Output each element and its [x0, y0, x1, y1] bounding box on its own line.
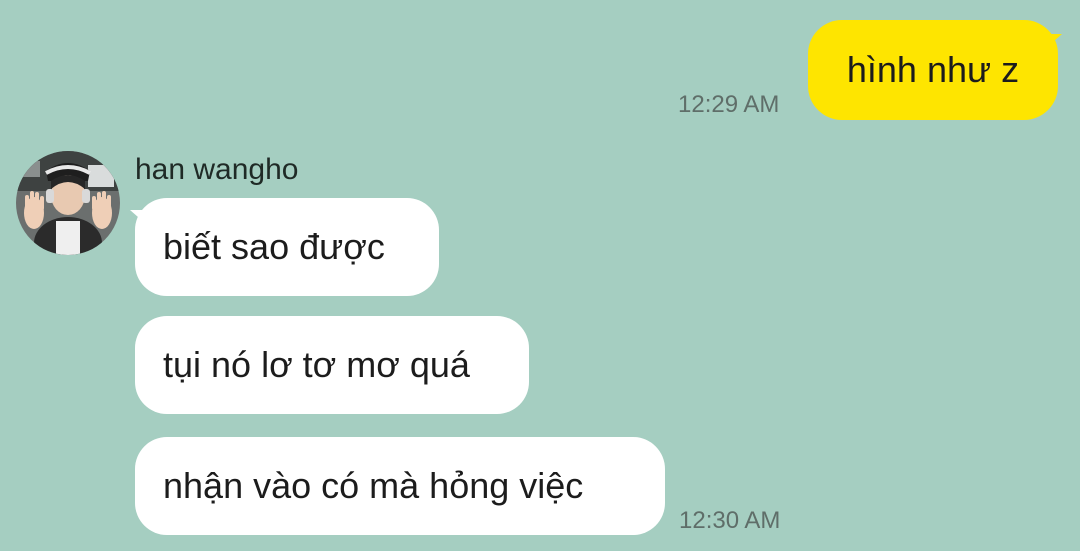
bubble-tail [1046, 34, 1062, 48]
incoming-message-text: nhận vào có mà hỏng việc [163, 465, 584, 506]
outgoing-timestamp: 12:29 AM [678, 91, 780, 118]
incoming-message-bubble[interactable]: nhận vào có mà hỏng việc [135, 437, 665, 535]
outgoing-message-text: hình như z [846, 49, 1020, 90]
sender-avatar[interactable] [16, 151, 120, 255]
outgoing-message-bubble[interactable]: hình như z [808, 20, 1062, 120]
incoming-message-bubble[interactable]: tụi nó lơ tơ mơ quá [135, 316, 529, 414]
incoming-message-text: biết sao được [163, 226, 385, 267]
sender-name: han wangho [135, 153, 299, 186]
incoming-message-text: tụi nó lơ tơ mơ quá [163, 344, 470, 385]
bubble-tail [130, 210, 146, 224]
incoming-timestamp: 12:30 AM [679, 507, 781, 534]
chat-message-area: hình như z 12:29 AM han wangho biết sao … [0, 0, 1080, 551]
profile-photo-icon [16, 151, 120, 255]
incoming-message-bubble[interactable]: biết sao được [130, 198, 439, 296]
